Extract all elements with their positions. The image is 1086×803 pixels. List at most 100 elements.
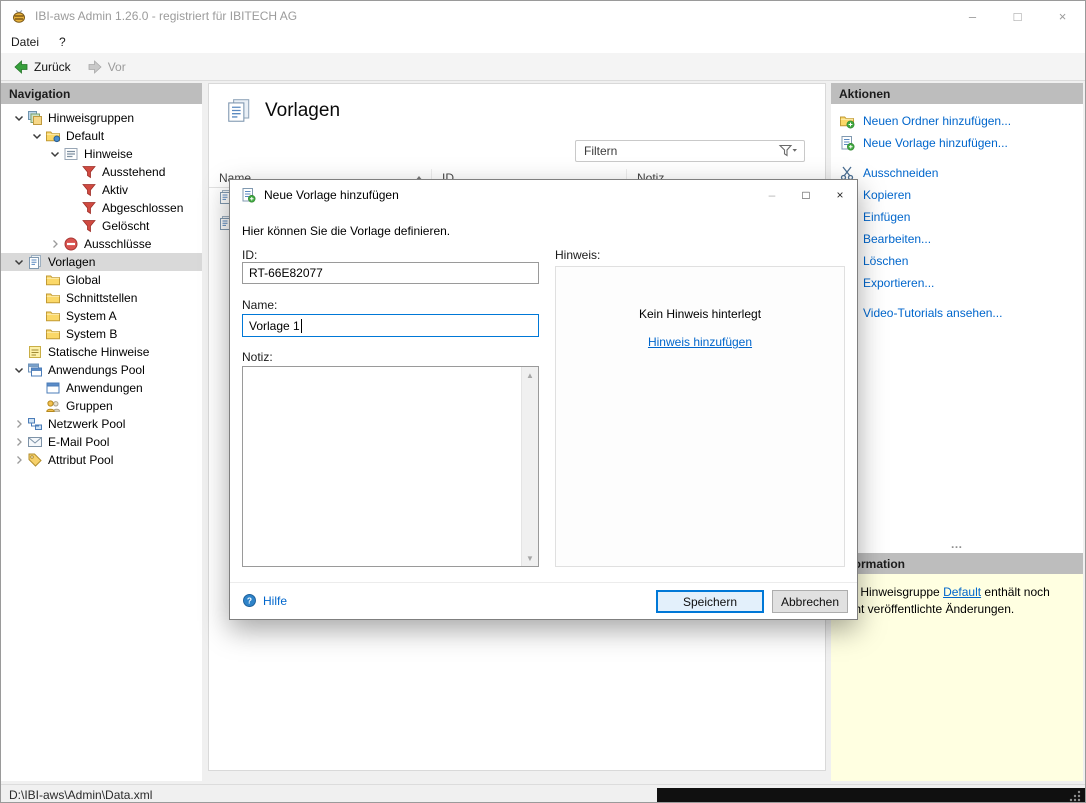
tree-item-ausschluesse[interactable]: Ausschlüsse	[1, 235, 202, 253]
chevron-down-icon[interactable]	[11, 110, 27, 126]
chevron-right-icon[interactable]	[11, 434, 27, 450]
action-edit[interactable]: Bearbeiten...	[831, 228, 1083, 250]
tree-item-system-a[interactable]: System A	[1, 307, 202, 325]
cancel-button[interactable]: Abbrechen	[772, 590, 848, 613]
navigation-tree: Hinweisgruppen Default Hinweise Ausstehe…	[1, 104, 202, 469]
window-title: IBI-aws Admin 1.26.0 - registriert für I…	[35, 9, 298, 23]
tree-item-default[interactable]: Default	[1, 127, 202, 145]
dialog-footer-separator	[230, 582, 857, 583]
exclusions-icon	[63, 236, 79, 252]
page-title: Vorlagen	[265, 100, 341, 121]
maximize-button[interactable]: □	[995, 1, 1040, 31]
filter-funnel-icon	[81, 164, 97, 180]
notiz-scrollbar[interactable]: ▲ ▼	[521, 367, 538, 566]
save-button[interactable]: Speichern	[656, 590, 764, 613]
add-hinweis-link[interactable]: Hinweis hinzufügen	[556, 335, 844, 349]
tree-item-system-b[interactable]: System B	[1, 325, 202, 343]
tree-item-geloescht[interactable]: Gelöscht	[1, 217, 202, 235]
help-icon	[242, 593, 257, 608]
dialog-title: Neue Vorlage hinzufügen	[264, 188, 399, 202]
actions-header: Aktionen	[831, 83, 1083, 104]
close-icon: ×	[836, 188, 844, 202]
notiz-field-label: Notiz:	[242, 350, 273, 364]
tree-item-anwendungs-pool[interactable]: Anwendungs Pool	[1, 361, 202, 379]
static-hints-icon	[27, 344, 43, 360]
bottom-dark-strip	[657, 788, 1085, 803]
status-file-path: D:\IBI-aws\Admin\Data.xml	[9, 787, 153, 802]
close-button[interactable]: ×	[1040, 1, 1085, 31]
filter-funnel-icon[interactable]	[778, 144, 798, 158]
filter-input[interactable]: Filtern	[575, 140, 805, 162]
tree-item-anwendungen[interactable]: Anwendungen	[1, 379, 202, 397]
tree-item-aktiv[interactable]: Aktiv	[1, 181, 202, 199]
chevron-right-icon[interactable]	[11, 452, 27, 468]
dialog-minimize-button[interactable]: –	[755, 180, 789, 210]
action-new-template[interactable]: Neue Vorlage hinzufügen...	[831, 132, 1083, 154]
folder-icon	[45, 308, 61, 324]
tree-item-vorlagen[interactable]: Vorlagen	[1, 253, 202, 271]
tree-item-global[interactable]: Global	[1, 271, 202, 289]
help-link[interactable]: Hilfe	[242, 593, 287, 608]
minimize-icon: –	[968, 8, 977, 24]
tree-item-email-pool[interactable]: E-Mail Pool	[1, 433, 202, 451]
more-actions-ellipsis: …	[950, 537, 964, 551]
email-pool-icon	[27, 434, 43, 450]
chevron-down-icon[interactable]	[11, 362, 27, 378]
scroll-down-icon[interactable]: ▼	[522, 550, 538, 566]
toolbar: Zurück Vor	[1, 53, 1085, 81]
tree-item-hinweise[interactable]: Hinweise	[1, 145, 202, 163]
tree-item-statische-hinweise[interactable]: Statische Hinweise	[1, 343, 202, 361]
action-delete[interactable]: Löschen	[831, 250, 1083, 272]
chevron-right-icon[interactable]	[11, 416, 27, 432]
resize-grip[interactable]	[1068, 789, 1082, 803]
dialog-maximize-button[interactable]: □	[789, 180, 823, 210]
tree-item-ausstehend[interactable]: Ausstehend	[1, 163, 202, 181]
folder-icon	[45, 272, 61, 288]
dialog-close-button[interactable]: ×	[823, 180, 857, 210]
id-field-label: ID:	[242, 248, 258, 262]
action-new-folder[interactable]: Neuen Ordner hinzufügen...	[831, 110, 1083, 132]
menu-help[interactable]: ?	[49, 31, 76, 53]
action-paste[interactable]: Einfügen	[831, 206, 1083, 228]
id-field[interactable]: RT-66E82077	[242, 262, 539, 284]
hinweis-empty-text: Kein Hinweis hinterlegt	[638, 307, 762, 321]
action-cut[interactable]: Ausschneiden	[831, 162, 1083, 184]
tree-item-netzwerk-pool[interactable]: Netzwerk Pool	[1, 415, 202, 433]
information-header: Information	[831, 553, 1083, 574]
app-logo-icon	[11, 8, 27, 24]
folder-default-icon	[45, 128, 61, 144]
filter-funnel-icon	[81, 218, 97, 234]
hint-groups-icon	[27, 110, 43, 126]
chevron-down-icon[interactable]	[29, 128, 45, 144]
menu-datei[interactable]: Datei	[1, 31, 49, 53]
tree-item-gruppen[interactable]: Gruppen	[1, 397, 202, 415]
filter-funnel-icon	[81, 200, 97, 216]
forward-button[interactable]: Vor	[83, 57, 136, 77]
minimize-button[interactable]: –	[950, 1, 995, 31]
dialog-description: Hier können Sie die Vorlage definieren.	[242, 224, 451, 238]
name-field[interactable]: Vorlage 1	[242, 314, 539, 337]
attribute-pool-icon	[27, 452, 43, 468]
action-video-tutorials[interactable]: Video-Tutorials ansehen...	[831, 302, 1083, 324]
tree-item-hinweisgruppen[interactable]: Hinweisgruppen	[1, 109, 202, 127]
back-button[interactable]: Zurück	[9, 57, 81, 77]
tree-item-attribut-pool[interactable]: Attribut Pool	[1, 451, 202, 469]
action-export[interactable]: Exportieren...	[831, 272, 1083, 294]
default-group-link[interactable]: Default	[943, 585, 981, 599]
tree-item-abgeschlossen[interactable]: Abgeschlossen	[1, 199, 202, 217]
groups-icon	[45, 398, 61, 414]
notiz-field[interactable]: ▲ ▼	[242, 366, 539, 567]
chevron-down-icon[interactable]	[47, 146, 63, 162]
action-copy[interactable]: Kopieren	[831, 184, 1083, 206]
chevron-down-icon[interactable]	[11, 254, 27, 270]
scroll-up-icon[interactable]: ▲	[522, 367, 538, 383]
minimize-icon: –	[768, 188, 776, 202]
tree-item-schnittstellen[interactable]: Schnittstellen	[1, 289, 202, 307]
chevron-right-icon[interactable]	[47, 236, 63, 252]
close-icon: ×	[1058, 8, 1067, 24]
